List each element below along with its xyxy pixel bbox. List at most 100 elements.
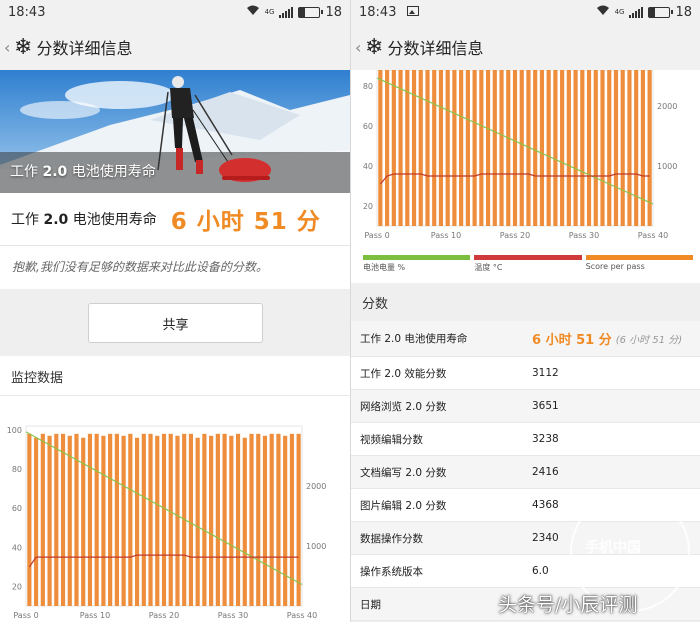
score-value: 6 小时 51 分 — [532, 333, 612, 348]
x-tick: Pass 0 — [13, 611, 38, 620]
share-button[interactable]: 共享 — [88, 303, 263, 343]
y-right-tick: 1000 — [657, 162, 677, 171]
legend-temperature-label: 温度 °C — [474, 263, 503, 272]
battery-life-label: 工作 2.0 电池使用寿命 — [11, 209, 157, 229]
score-bar — [438, 70, 444, 226]
score-bar — [607, 70, 612, 226]
x-tick: Pass 0 — [364, 231, 389, 240]
y-left-tick: 20 — [363, 202, 373, 211]
back-icon[interactable]: ‹ — [4, 38, 12, 57]
score-bar — [155, 435, 160, 606]
y-right-tick: 1000 — [306, 542, 326, 551]
score-name: 图片编辑 2.0 分数 — [360, 499, 447, 512]
app-title-right: 分数详细信息 — [387, 39, 484, 58]
score-bar — [573, 70, 578, 226]
battery-life-label-suffix: 电池使用寿命 — [72, 212, 157, 228]
score-bar — [229, 435, 234, 606]
score-value: 3238 — [532, 433, 559, 445]
monitoring-chart-card-right: 20 40 60 80 1000 2000 Pass 0 Pass 10 Pass 20 Pass… — [351, 70, 700, 283]
score-bar — [634, 70, 639, 226]
x-tick: Pass 40 — [287, 611, 317, 620]
status-time-right: 18:43 — [359, 4, 397, 20]
legend-score-label: Score per pass — [585, 262, 645, 271]
watermark-brand: 手机中国 — [585, 540, 641, 556]
score-bar — [627, 70, 632, 226]
score-bar — [405, 70, 410, 226]
x-tick: Pass 30 — [569, 231, 599, 240]
score-bar — [101, 435, 106, 606]
status-icons: 4G 18 — [246, 5, 342, 20]
hero-label-version: 2.0 — [42, 164, 68, 180]
score-bar — [432, 70, 437, 226]
x-tick: Pass 20 — [149, 611, 179, 620]
screens: 18:43 4G 18 ‹ ❄ 分数详细信息 工作 2.0 电池使用寿命 工作 … — [0, 0, 700, 622]
signal-icon — [629, 6, 644, 18]
y-left-tick: 100 — [7, 426, 22, 435]
score-row: 工作 2.0 效能分数 3112 — [351, 357, 700, 390]
score-bar — [195, 437, 200, 606]
score-row: 文档编写 2.0 分数 2416 — [351, 456, 700, 489]
score-value: 3651 — [532, 400, 559, 412]
score-extra: (6 小时 51 分) — [615, 335, 683, 346]
score-bar — [175, 435, 180, 606]
y-right-tick: 2000 — [657, 102, 677, 111]
score-bar — [148, 433, 153, 606]
scores-title: 分数 — [362, 297, 389, 312]
y-left-tick: 40 — [363, 162, 373, 171]
score-bar — [60, 433, 66, 606]
score-bar — [276, 433, 281, 606]
hero-label: 工作 2.0 电池使用寿命 — [10, 161, 156, 181]
battery-life-card: 工作 2.0 电池使用寿命 6 小时 51 分 — [0, 193, 350, 245]
watermark-domain: CNMO.COM — [600, 557, 652, 567]
monitoring-chart-left: 20 40 60 80 100 1000 2000 Pass 0 Pass 10 Pass 20 P… — [7, 425, 326, 620]
x-tick: Pass 10 — [80, 611, 110, 620]
y-left-tick: 80 — [363, 82, 373, 91]
score-row: 工作 2.0 电池使用寿命 6 小时 51 分 (6 小时 51 分) — [351, 321, 700, 357]
app-title: 分数详细信息 — [36, 39, 133, 58]
score-bar — [459, 70, 464, 226]
score-bar — [235, 433, 241, 606]
score-bar — [533, 70, 538, 226]
monitoring-chart-right: 20 40 60 80 1000 2000 Pass 0 Pass 10 Pass 20 Pass… — [363, 70, 677, 240]
score-bar — [391, 70, 396, 226]
legend-temperature: 温度 °C — [474, 255, 582, 273]
legend-battery-label: 电池电量 % — [363, 263, 406, 272]
score-row: 视频编辑分数 3238 — [351, 423, 700, 456]
battery-life-label-version: 2.0 — [43, 212, 69, 228]
score-bar — [398, 70, 403, 226]
score-bar — [209, 435, 214, 606]
x-tick: Pass 20 — [500, 231, 530, 240]
score-bar — [141, 433, 146, 606]
battery-level-right: 18 — [675, 4, 692, 20]
score-bar — [620, 70, 625, 226]
app-bar: ‹ ❄ 分数详细信息 — [0, 24, 350, 70]
score-value: 4368 — [532, 499, 559, 511]
score-bar — [87, 433, 93, 606]
score-bar — [94, 433, 99, 606]
gallery-icon — [406, 5, 419, 16]
score-bar — [640, 70, 645, 226]
battery-life-value: 6 小时 51 分 — [170, 209, 321, 235]
score-bar — [47, 435, 52, 606]
snowflake-logo-icon: ❄ — [365, 34, 384, 60]
network-label: 4G — [264, 8, 275, 16]
hero-label-prefix: 工作 — [10, 164, 38, 180]
score-bar — [296, 433, 301, 606]
score-bar — [411, 70, 417, 226]
y-left-tick: 60 — [363, 122, 373, 131]
legend-battery: 电池电量 % — [363, 255, 471, 273]
score-bar — [269, 433, 274, 606]
score-bar — [465, 70, 470, 226]
score-bar — [202, 433, 207, 606]
score-bar — [54, 433, 59, 606]
score-bar — [452, 70, 457, 226]
hero-label-suffix: 电池使用寿命 — [71, 164, 156, 180]
score-bar — [188, 433, 194, 606]
score-value: 6.0 — [532, 565, 549, 577]
signal-icon — [279, 6, 294, 18]
back-icon[interactable]: ‹ — [355, 38, 363, 57]
score-bar — [34, 437, 39, 606]
score-bar — [425, 70, 430, 226]
score-bar — [445, 70, 450, 226]
status-bar: 18:43 4G 18 — [0, 0, 350, 24]
